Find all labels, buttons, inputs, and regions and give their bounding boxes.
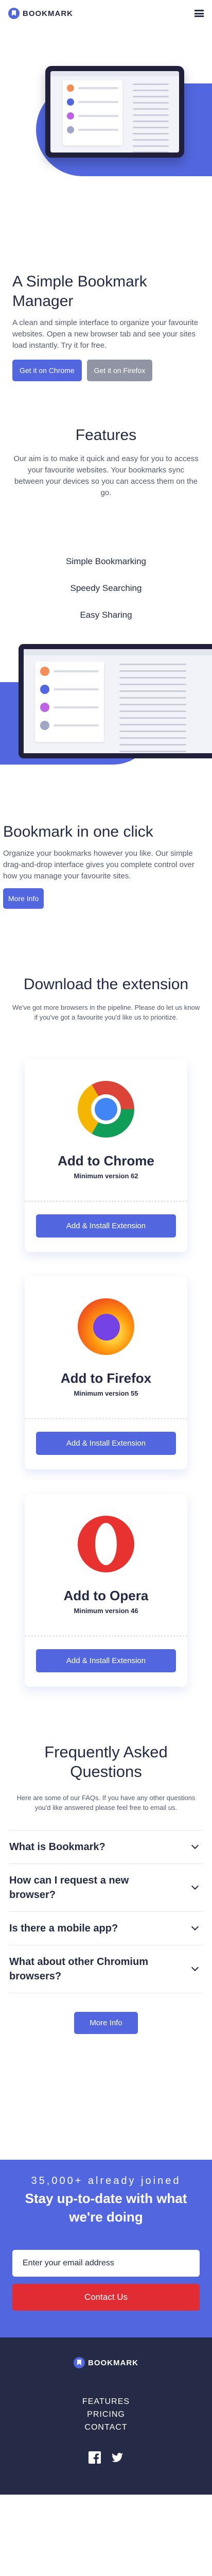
footer-logo-text: BOOKMARK	[88, 2358, 138, 2367]
bookmark-logo-icon	[8, 8, 20, 19]
bookmark-logo-icon	[74, 2357, 85, 2368]
install-opera-button[interactable]: Add & Install Extension	[36, 1649, 176, 1672]
browser-version: Minimum version 55	[74, 1389, 138, 1397]
feature-more-info-button[interactable]: More Info	[3, 888, 44, 909]
newsletter-title: Stay up-to-date with what we're doing	[25, 2191, 187, 2225]
features-title: Features	[75, 427, 137, 444]
tab-speedy-searching[interactable]: Speedy Searching	[12, 575, 200, 602]
get-firefox-button[interactable]: Get it on Firefox	[86, 360, 153, 381]
features-section: Features Our aim is to make it quick and…	[0, 427, 212, 629]
dotted-divider	[25, 1635, 187, 1637]
facebook-icon[interactable]	[89, 2451, 101, 2464]
faq-question: How can I request a new browser?	[9, 1875, 129, 1901]
feature-panel-description: Organize your bookmarks however you like…	[3, 849, 195, 880]
chevron-down-icon	[191, 1963, 199, 1972]
install-chrome-button[interactable]: Add & Install Extension	[36, 1214, 176, 1238]
tab-easy-sharing[interactable]: Easy Sharing	[12, 602, 200, 629]
faq-item[interactable]: How can I request a new browser?	[9, 1863, 203, 1911]
site-header: BOOKMARK	[0, 0, 212, 27]
faq-item[interactable]: Is there a mobile app?	[9, 1911, 203, 1945]
twitter-icon[interactable]	[111, 2451, 123, 2464]
browser-card-chrome: Add to Chrome Minimum version 62 Add & I…	[25, 1059, 187, 1252]
browser-name: Add to Opera	[63, 1588, 149, 1603]
hero-content: A Simple Bookmark Manager A clean and si…	[0, 272, 212, 381]
chevron-down-icon	[191, 1841, 199, 1850]
page: BOOKMARK A Simple Bookmark Manager A cle…	[0, 0, 212, 2495]
features-description: Our aim is to make it quick and easy for…	[13, 454, 199, 497]
faq-question: What is Bookmark?	[9, 1841, 105, 1853]
feature-panel: Bookmark in one click Organize your book…	[0, 823, 212, 909]
hero-section: A Simple Bookmark Manager A clean and si…	[0, 27, 212, 381]
hamburger-icon[interactable]	[195, 10, 204, 17]
faq-question: Is there a mobile app?	[9, 1923, 118, 1934]
tab-simple-bookmarking[interactable]: Simple Bookmarking	[12, 548, 200, 575]
chrome-icon	[78, 1081, 134, 1138]
install-firefox-button[interactable]: Add & Install Extension	[36, 1432, 176, 1455]
footer-nav: FEATURES PRICING CONTACT	[12, 2395, 200, 2434]
feature-panel-title: Bookmark in one click	[3, 823, 153, 840]
browser-version: Minimum version 46	[74, 1607, 138, 1615]
faq-item[interactable]: What about other Chromium browsers?	[9, 1945, 203, 1993]
hero-illustration	[0, 27, 212, 181]
feature-tabs: Simple Bookmarking Speedy Searching Easy…	[12, 548, 200, 629]
download-title: Download the extension	[23, 976, 189, 993]
site-footer: BOOKMARK FEATURES PRICING CONTACT	[0, 2337, 212, 2495]
footer-logo[interactable]: BOOKMARK	[12, 2357, 200, 2368]
logo[interactable]: BOOKMARK	[8, 8, 73, 19]
browser-version: Minimum version 62	[74, 1172, 138, 1180]
opera-icon	[78, 1516, 134, 1572]
faq-question: What about other Chromium browsers?	[9, 1956, 148, 1982]
dotted-divider	[25, 1200, 187, 1202]
chevron-down-icon	[191, 1923, 199, 1931]
hero-buttons: Get it on Chrome Get it on Firefox	[12, 360, 200, 381]
dotted-divider	[25, 1418, 187, 1419]
download-section: Download the extension We've got more br…	[0, 976, 212, 1687]
faq-section: Frequently Asked Questions Here are some…	[0, 1742, 212, 2034]
faq-item[interactable]: What is Bookmark?	[9, 1830, 203, 1863]
chevron-down-icon	[191, 1882, 199, 1890]
faq-list: What is Bookmark? How can I request a ne…	[9, 1830, 203, 1993]
download-description: We've got more browsers in the pipeline.…	[12, 1004, 200, 1021]
hero-title: A Simple Bookmark Manager	[12, 273, 147, 310]
browser-card-opera: Add to Opera Minimum version 46 Add & In…	[25, 1494, 187, 1687]
joined-count: 35,000+ already joined	[31, 2175, 181, 2187]
faq-more-wrapper: More Info	[9, 2012, 203, 2034]
firefox-icon	[78, 1298, 134, 1355]
newsletter-section: 35,000+ already joined Stay up-to-date w…	[0, 2160, 212, 2337]
faq-more-info-button[interactable]: More Info	[74, 2012, 138, 2034]
footer-link-features[interactable]: FEATURES	[12, 2395, 200, 2408]
browser-name: Add to Firefox	[60, 1370, 152, 1386]
tablet-mockup	[45, 66, 184, 158]
get-chrome-button[interactable]: Get it on Chrome	[12, 360, 82, 381]
feature-illustration	[0, 636, 212, 766]
social-links	[12, 2451, 200, 2464]
contact-us-button[interactable]: Contact Us	[12, 2284, 200, 2311]
footer-link-pricing[interactable]: PRICING	[12, 2408, 200, 2421]
hero-description: A clean and simple interface to organize…	[12, 318, 199, 350]
browser-name: Add to Chrome	[58, 1153, 154, 1168]
email-field[interactable]	[12, 2250, 200, 2277]
logo-text: BOOKMARK	[23, 9, 73, 18]
faq-description: Here are some of our FAQs. If you have a…	[16, 1794, 196, 1811]
browser-card-firefox: Add to Firefox Minimum version 55 Add & …	[25, 1277, 187, 1469]
footer-link-contact[interactable]: CONTACT	[12, 2421, 200, 2434]
faq-title: Frequently Asked Questions	[44, 1743, 168, 1781]
feature-screen-mockup	[19, 644, 212, 758]
